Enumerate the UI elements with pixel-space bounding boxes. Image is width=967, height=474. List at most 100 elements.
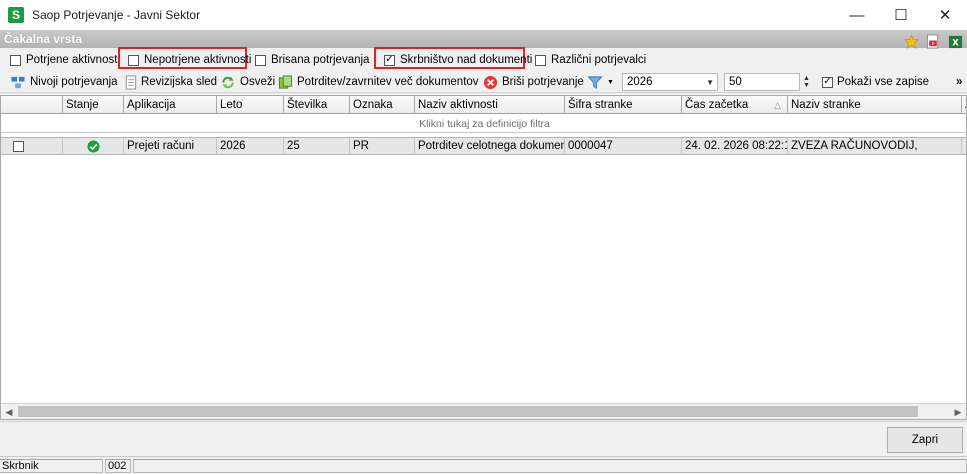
dialog-footer: Zapri [0, 421, 967, 456]
status-empty-panel [133, 459, 967, 473]
record-count-stepper[interactable]: 50 [724, 73, 800, 91]
more-cell [961, 138, 966, 155]
refresh-button[interactable]: Osveži [220, 74, 275, 90]
caption-icons: P X [903, 30, 967, 52]
toolbar-overflow-icon[interactable]: » [956, 74, 962, 90]
approval-levels-icon [11, 76, 25, 88]
window-controls: — ☐ ✕ [835, 0, 967, 30]
funnel-dropdown-icon: ▼ [607, 78, 614, 86]
audit-trail-icon [125, 74, 137, 90]
activity-cell: Potrditev celotnega dokumenta [414, 138, 564, 155]
horizontal-scrollbar[interactable]: ◀ ▶ [1, 403, 966, 419]
scroll-left-icon[interactable]: ◀ [1, 404, 17, 419]
column-year[interactable]: Leto [216, 96, 283, 114]
bulk-confirm-icon [278, 74, 293, 89]
title-bar: S Saop Potrjevanje - Javni Sektor — ☐ ✕ [0, 0, 967, 30]
refresh-icon [222, 76, 234, 88]
status-bar: Skrbnik 002 [0, 456, 967, 474]
column-select[interactable] [1, 96, 62, 114]
filter-options: Potrjene aktivnosti Nepotrjene aktivnost… [0, 47, 967, 70]
show-all-records-option[interactable]: ✓ Pokaži vse zapise [822, 74, 929, 90]
client-code-cell: 0000047 [564, 138, 681, 155]
queue-grid: Stanje Aplikacija Leto Številka Oznaka N… [0, 95, 967, 420]
maximize-button[interactable]: ☐ [879, 0, 923, 30]
funnel-icon [587, 75, 603, 89]
application-cell: Prejeti računi [123, 138, 216, 155]
column-tag[interactable]: Oznaka [349, 96, 414, 114]
delete-icon [483, 75, 498, 89]
row-checkbox[interactable] [13, 141, 24, 152]
client-name-cell: ZVEZA RAČUNOVODIJ, [787, 138, 961, 155]
audit-trail-label: Revizijska sled [141, 76, 218, 88]
svg-text:X: X [952, 37, 959, 47]
approval-levels-button[interactable]: Nivoji potrjevanja [10, 74, 118, 90]
table-row[interactable]: Prejeti računi 2026 25 PR Potrditev celo… [1, 137, 966, 155]
filter-label: Nepotrjene aktivnosti [144, 54, 252, 66]
filter-label: Potrjene aktivnosti [26, 54, 120, 66]
filter-confirmed-activities[interactable]: Potrjene aktivnosti [10, 53, 120, 67]
section-caption: Čakalna vrsta P X [0, 30, 967, 49]
status-code: 002 [105, 459, 131, 473]
column-number[interactable]: Številka [283, 96, 349, 114]
status-ok-icon [86, 140, 100, 153]
refresh-label: Osveži [240, 76, 276, 88]
app-logo-icon: S [8, 7, 24, 23]
filter-label: Skrbništvo nad dokumenti [400, 54, 533, 66]
close-button[interactable]: Zapri [887, 427, 963, 453]
checkbox-confirmed-activities[interactable] [10, 54, 21, 66]
filter-funnel-button[interactable]: ▼ [587, 74, 614, 90]
close-window-button[interactable]: ✕ [923, 0, 967, 30]
filter-unconfirmed-activities[interactable]: Nepotrjene aktivnosti [128, 53, 251, 67]
column-client-name[interactable]: Naziv stranke [787, 96, 961, 114]
bulk-confirm-button[interactable]: Potrditev/zavrnitev več dokumentov [277, 74, 479, 90]
checkbox-document-custody[interactable]: ✓ [384, 54, 395, 66]
row-select-cell[interactable] [1, 138, 62, 155]
filter-document-custody[interactable]: ✓ Skrbništvo nad dokumenti [384, 53, 532, 67]
year-value: 2026 [627, 76, 653, 88]
number-cell: 25 [283, 138, 349, 155]
sort-indicator-icon: △ [774, 100, 781, 110]
minimize-button[interactable]: — [835, 0, 879, 30]
column-status[interactable]: Stanje [62, 96, 123, 114]
excel-export-icon[interactable]: X [947, 33, 963, 49]
scrollbar-thumb[interactable] [18, 406, 918, 417]
favorite-star-icon[interactable] [903, 33, 919, 49]
status-cell [62, 138, 123, 155]
spin-down-icon[interactable]: ▼ [803, 82, 810, 89]
pdf-export-icon[interactable]: P [925, 33, 941, 49]
record-count-value: 50 [729, 76, 742, 88]
grid-header: Stanje Aplikacija Leto Številka Oznaka N… [1, 96, 966, 114]
year-select[interactable]: 2026 ▼ [622, 73, 718, 91]
spin-up-icon[interactable]: ▲ [803, 75, 810, 82]
chevron-down-icon[interactable]: ▼ [706, 74, 714, 90]
filter-deleted-confirmations[interactable]: Brisana potrjevanja [255, 53, 369, 67]
window-title: Saop Potrjevanje - Javni Sektor [32, 8, 201, 22]
column-start-time-label: Čas začetka [685, 99, 749, 111]
show-all-label: Pokaži vse zapise [837, 76, 930, 88]
filter-label: Brisana potrjevanja [271, 54, 370, 66]
section-title: Čakalna vrsta [4, 32, 83, 46]
column-application[interactable]: Aplikacija [123, 96, 216, 114]
column-activity[interactable]: Naziv aktivnosti [414, 96, 564, 114]
filter-different-confirmers[interactable]: Različni potrjevalci [535, 53, 646, 67]
column-more[interactable]: Z [961, 96, 966, 114]
column-start-time[interactable]: Čas začetka △ [681, 96, 787, 114]
scroll-right-icon[interactable]: ▶ [950, 404, 966, 419]
delete-confirmation-label: Briši potrjevanje [502, 76, 584, 88]
start-time-cell: 24. 02. 2026 08:22:12 [681, 138, 787, 155]
column-client-code[interactable]: Šifra stranke [564, 96, 681, 114]
checkbox-deleted-confirmations[interactable] [255, 54, 266, 66]
tag-cell: PR [349, 138, 414, 155]
stepper-arrows[interactable]: ▲ ▼ [803, 73, 810, 91]
overflow-label: » [956, 76, 963, 88]
toolbar: Nivoji potrjevanja Revizijska sled Osvež… [0, 71, 967, 93]
audit-trail-button[interactable]: Revizijska sled [125, 74, 217, 90]
filter-label: Različni potrjevalci [551, 54, 647, 66]
checkbox-show-all[interactable]: ✓ [822, 76, 833, 88]
status-user: Skrbnik [0, 459, 103, 473]
svg-text:P: P [932, 41, 935, 47]
checkbox-different-confirmers[interactable] [535, 54, 546, 66]
delete-confirmation-button[interactable]: Briši potrjevanje [483, 74, 584, 90]
checkbox-unconfirmed-activities[interactable] [128, 54, 139, 66]
filter-definition-row[interactable]: Klikni tukaj za definicijo filtra [1, 115, 966, 133]
